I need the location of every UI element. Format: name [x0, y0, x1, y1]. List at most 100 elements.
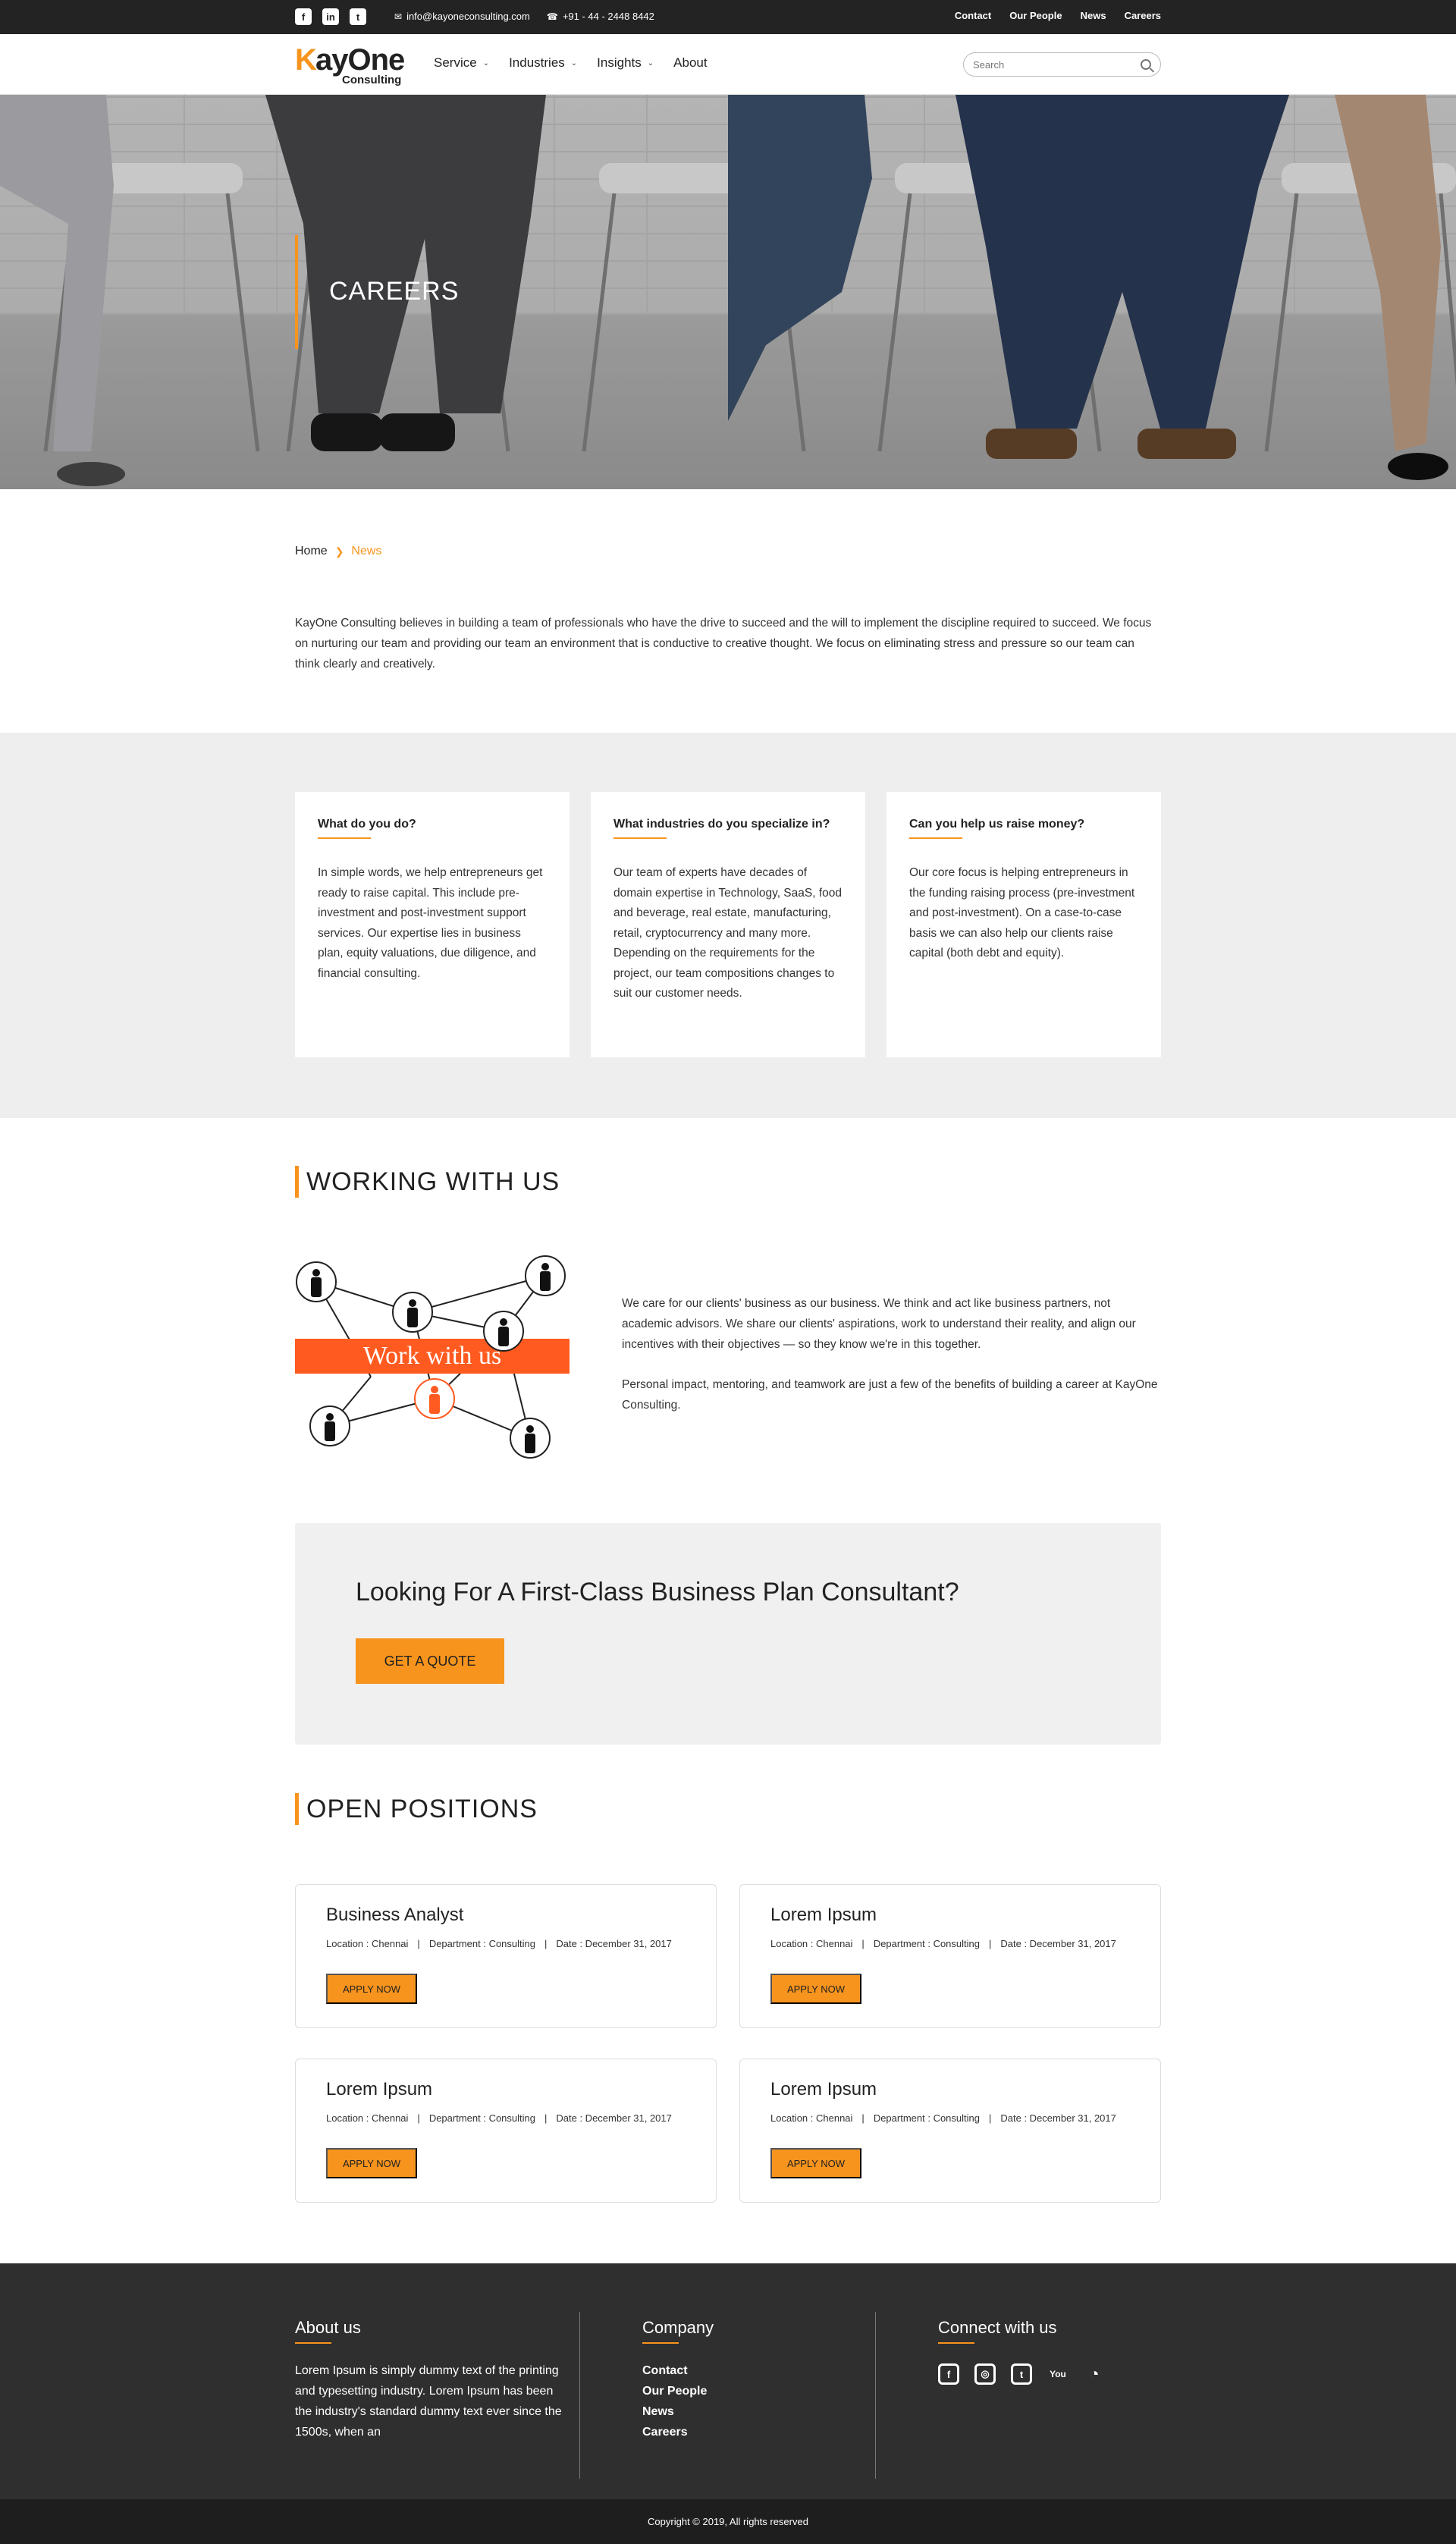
footer-about-text: Lorem Ipsum is simply dummy text of the … [295, 2364, 562, 2439]
position-card: Lorem Ipsum Location : Chennai | Departme… [739, 1884, 1161, 2028]
position-date: Date : December 31, 2017 [1000, 2112, 1116, 2124]
breadcrumb: Home ❯ News [295, 545, 381, 558]
faq-card: What do you do? In simple words, we help… [295, 792, 570, 1057]
top-link-our-people[interactable]: Our People [1009, 10, 1062, 21]
footer-social-icons: f ◎ t You ◔ [938, 2363, 1105, 2385]
apply-now-button[interactable]: APPLY NOW [770, 2148, 861, 2178]
get-a-quote-button[interactable]: GET A QUOTE [356, 1638, 504, 1684]
working-para-2: Personal impact, mentoring, and teamwork… [622, 1378, 1158, 1412]
work-with-us-graphic: Work with us [295, 1252, 570, 1464]
logo[interactable]: K ayOne Consulting [295, 43, 409, 86]
page-title: CAREERS [329, 277, 460, 306]
faq-underline [613, 837, 667, 839]
position-department: Department : Consulting [873, 2112, 980, 2124]
facebook-icon[interactable]: f [295, 8, 312, 25]
position-title: Lorem Ipsum [770, 2079, 877, 2100]
faq-card: What industries do you specialize in? Ou… [591, 792, 865, 1057]
heading-accent-bar [295, 1166, 299, 1198]
twitter-icon[interactable]: t [350, 8, 366, 25]
search-input[interactable] [973, 58, 1141, 71]
phone-link[interactable]: ☎ +91 - 44 - 2448 8442 [547, 11, 654, 22]
instagram-icon[interactable]: ◎ [974, 2363, 996, 2385]
nav-service[interactable]: Service ⌄ [434, 55, 489, 71]
working-para-1: We care for our clients' business as our… [622, 1297, 1136, 1351]
hero-banner: CAREERS [0, 95, 1456, 489]
footer-link-contact[interactable]: Contact [642, 2360, 714, 2381]
footer-link-news[interactable]: News [642, 2401, 714, 2422]
linkedin-icon[interactable]: in [322, 8, 339, 25]
position-location: Location : Chennai [326, 2112, 409, 2124]
breadcrumb-home[interactable]: Home [295, 545, 328, 558]
email-text: info@kayoneconsulting.com [406, 11, 530, 22]
logo-subtitle: Consulting [342, 74, 402, 86]
top-contact-info: ✉ info@kayoneconsulting.com ☎ +91 - 44 - 2… [394, 11, 654, 22]
footer-link-careers[interactable]: Careers [642, 2422, 714, 2442]
footer-underline [642, 2342, 679, 2344]
footer-connect: Connect with us f ◎ t You ◔ [938, 2318, 1105, 2385]
faq-answer: In simple words, we help entrepreneurs g… [318, 866, 543, 980]
position-department: Department : Consulting [428, 1938, 535, 1949]
main-nav: Service ⌄ Industries ⌄ Insights ⌄ About [434, 55, 708, 71]
top-bar: f in t ✉ info@kayoneconsulting.com ☎ +91 -… [0, 0, 1456, 34]
position-date: Date : December 31, 2017 [556, 1938, 672, 1949]
facebook-icon[interactable]: f [938, 2363, 959, 2385]
nav-industries[interactable]: Industries ⌄ [509, 55, 577, 71]
mail-icon: ✉ [394, 11, 403, 22]
logo-rest: ayOne [315, 43, 405, 77]
quote-cta: Looking For A First-Class Business Plan … [295, 1523, 1161, 1745]
chevron-down-icon: ⌄ [570, 58, 578, 68]
footer-connect-title: Connect with us [938, 2318, 1057, 2337]
footer-divider [579, 2312, 580, 2479]
faq-answer: Our team of experts have decades of doma… [613, 866, 843, 1000]
nav-insights-label: Insights [597, 55, 642, 70]
section-title: WORKING WITH US [306, 1167, 560, 1196]
twitter-icon[interactable]: t [1011, 2363, 1032, 2385]
position-card: Lorem Ipsum Location : Chennai | Departme… [739, 2059, 1161, 2203]
working-with-us-heading: WORKING WITH US [295, 1166, 560, 1198]
nav-insights[interactable]: Insights ⌄ [597, 55, 654, 71]
chevron-down-icon: ⌄ [482, 58, 490, 68]
youtube-icon[interactable]: You [1047, 2363, 1068, 2385]
phone-text: +91 - 44 - 2448 8442 [562, 11, 654, 22]
working-with-us-text: We care for our clients' business as our… [622, 1293, 1161, 1415]
open-positions-heading: OPEN POSITIONS [295, 1793, 538, 1825]
top-link-contact[interactable]: Contact [955, 10, 991, 21]
footer: About us Lorem Ipsum is simply dummy tex… [0, 2263, 1456, 2499]
breadcrumb-current: News [351, 545, 382, 557]
footer-company: Company Contact Our People News Careers [642, 2318, 714, 2442]
hero-accent-bar [295, 235, 298, 349]
faq-card: Can you help us raise money? Our core fo… [886, 792, 1161, 1057]
faq-question: Can you help us raise money? [909, 818, 1085, 831]
heading-accent-bar [295, 1793, 299, 1825]
footer-divider [875, 2312, 876, 2479]
section-title: OPEN POSITIONS [306, 1794, 538, 1823]
faq-underline [318, 837, 371, 839]
search-icon[interactable] [1141, 59, 1151, 70]
nav-about-label: About [673, 55, 708, 70]
position-card: Business Analyst Location : Chennai | Dep… [295, 1884, 717, 2028]
nav-about[interactable]: About [673, 55, 707, 71]
top-link-careers[interactable]: Careers [1125, 10, 1161, 21]
footer-underline [295, 2342, 331, 2344]
email-link[interactable]: ✉ info@kayoneconsulting.com [394, 11, 530, 22]
apply-now-button[interactable]: APPLY NOW [326, 2148, 417, 2178]
top-links: Contact Our People News Careers [955, 10, 1161, 21]
search-box [963, 52, 1161, 77]
quote-title: Looking For A First-Class Business Plan … [356, 1578, 959, 1606]
position-department: Department : Consulting [428, 2112, 535, 2124]
position-title: Lorem Ipsum [326, 2079, 433, 2100]
top-social-links: f in t [295, 8, 366, 25]
rss-icon[interactable]: ◔ [1084, 2363, 1105, 2385]
faq-question: What do you do? [318, 818, 416, 831]
faq-question: What industries do you specialize in? [613, 818, 830, 831]
top-link-news[interactable]: News [1081, 10, 1106, 21]
apply-now-button[interactable]: APPLY NOW [770, 1974, 861, 2004]
footer-link-our-people[interactable]: Our People [642, 2381, 714, 2401]
faq-section: What do you do? In simple words, we help… [0, 733, 1456, 1118]
work-with-us-banner-text: Work with us [363, 1342, 501, 1370]
position-location: Location : Chennai [770, 2112, 853, 2124]
position-location: Location : Chennai [770, 1938, 853, 1949]
position-date: Date : December 31, 2017 [1000, 1938, 1116, 1949]
apply-now-button[interactable]: APPLY NOW [326, 1974, 417, 2004]
position-meta: Location : Chennai | Department : Consult… [770, 2112, 1116, 2124]
